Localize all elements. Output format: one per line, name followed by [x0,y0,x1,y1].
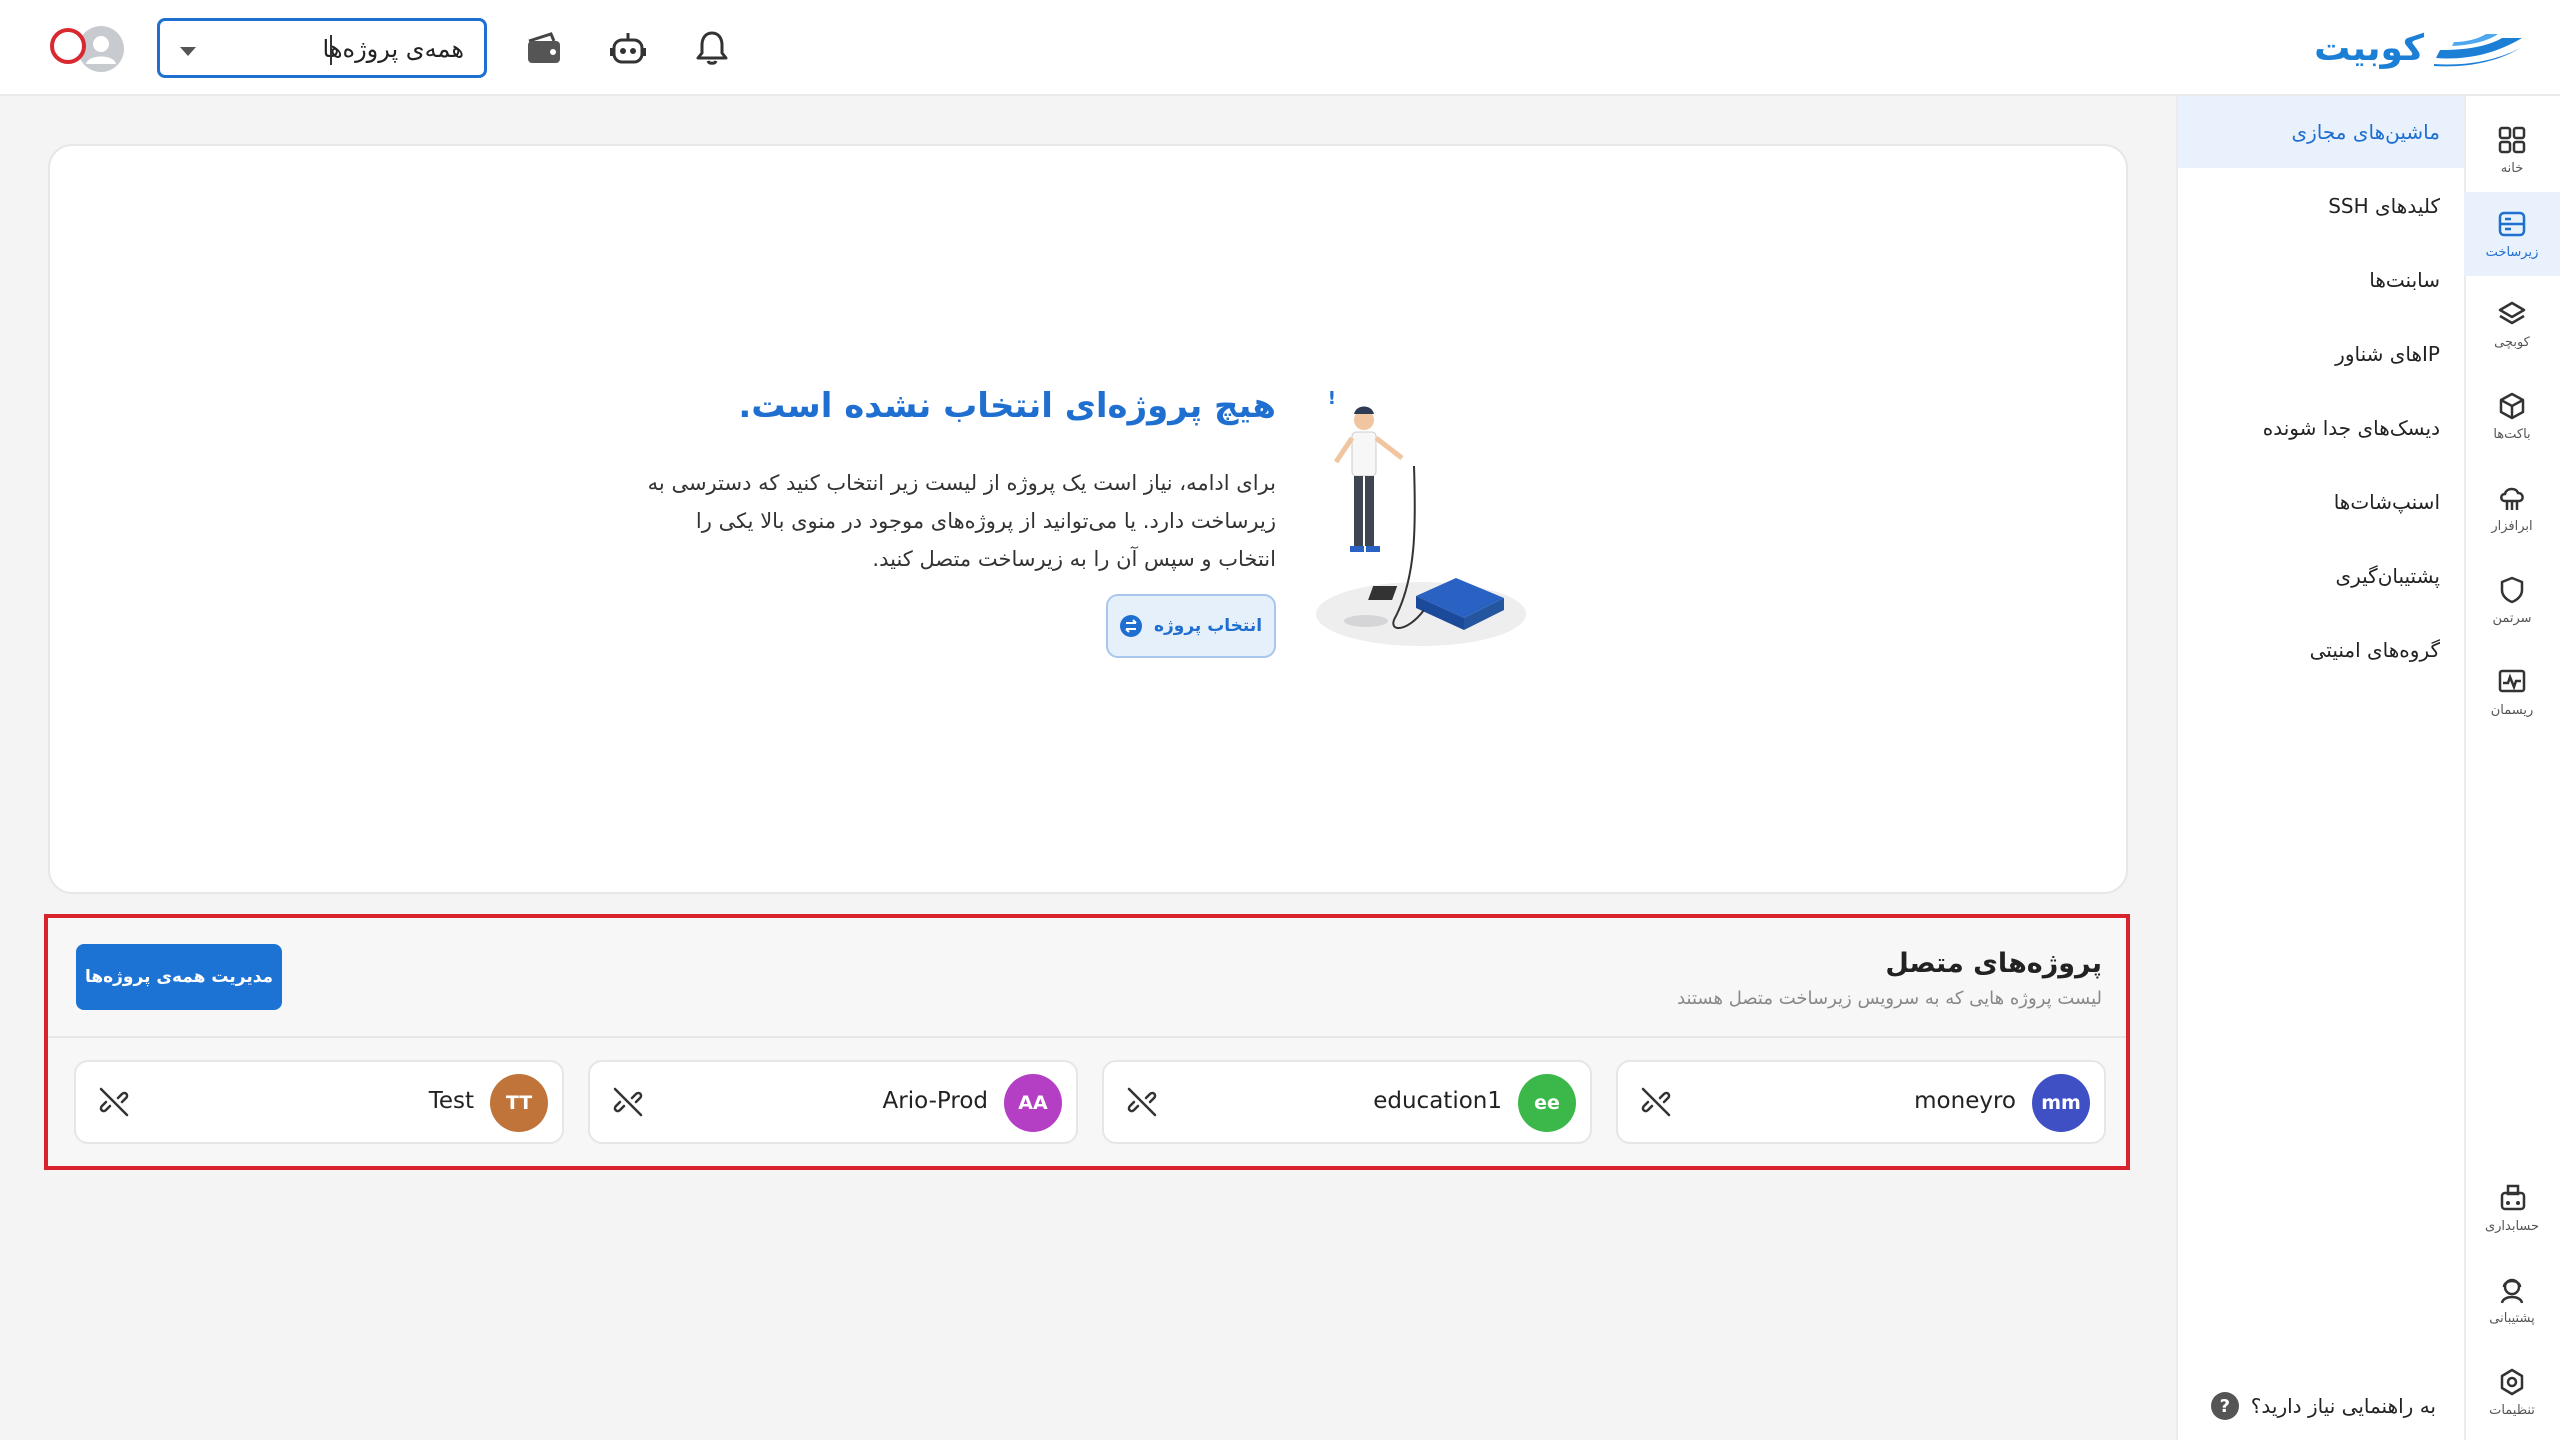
grid-icon [2498,126,2526,153]
project-select-value: همه‌ی پروژه‌ها [322,35,464,63]
select-project-button[interactable]: انتخاب پروژه [1106,594,1276,658]
project-card[interactable]: ee education1 [1102,1060,1592,1144]
subnav-item-ssh-keys[interactable]: کلیدهای SSH [2178,170,2464,242]
project-name: Ario-Prod [882,1088,988,1114]
empty-state-title: هیچ پروژه‌ای انتخاب نشده است. [738,386,1276,426]
subnav-item-virtual-machines[interactable]: ماشین‌های مجازی [2178,96,2464,168]
connected-projects-subtitle: لیست پروژه هایی که به سرویس زیرساخت متصل… [1677,988,2102,1009]
project-card[interactable]: AA Ario-Prod [588,1060,1078,1144]
rail-label: تنظیمات [2489,1402,2535,1418]
cloud-icon [2500,487,2524,510]
rail-label: ریسمان [2490,702,2534,718]
robot-icon[interactable] [606,26,650,70]
shield-icon [2500,576,2524,603]
pulse-icon [2498,669,2526,692]
unlink-icon[interactable] [96,1084,132,1120]
subnav-item-subnets[interactable]: سابنت‌ها [2178,244,2464,316]
project-card[interactable]: mm moneyro [1616,1060,2106,1144]
rail-label: سرتمن [2492,610,2532,626]
subnav-item-snapshots[interactable]: اسنپ‌شات‌ها [2178,466,2464,538]
rail-item-kubchi[interactable]: کوبچی [2464,282,2560,366]
top-bar: کوبیت همه‌ی پروژه‌ها [0,0,2560,96]
project-initials-badge: TT [490,1074,548,1132]
subnav-item-floating-ips[interactable]: IPهای شناور [2178,318,2464,390]
rail-item-risman[interactable]: ریسمان [2464,650,2560,734]
select-project-label: انتخاب پروژه [1153,616,1263,636]
unlink-icon[interactable] [1638,1084,1674,1120]
connected-projects-header: پروژه‌های متصل لیست پروژه هایی که به سرو… [48,918,2126,1038]
icon-rail: خانه زیرساخت کوبچی باکت‌ها ابرافزار سرتم… [2464,96,2560,1440]
rail-label: ابرافزار [2491,518,2533,534]
rail-label: حسابداری [2484,1218,2540,1234]
help-text: به راهنمایی نیاز دارید؟ [2250,1394,2436,1418]
layers-icon [2498,301,2526,324]
infrastructure-subnav: ماشین‌های مجازی کلیدهای SSH سابنت‌ها IPه… [2176,96,2464,1440]
project-initials-badge: ee [1518,1074,1576,1132]
project-name: Test [428,1088,474,1114]
chevron-down-icon[interactable] [180,47,196,56]
empty-state-description: برای ادامه، نیاز است یک پروژه از لیست زی… [647,471,1276,571]
rail-item-home[interactable]: خانه [2464,108,2560,192]
accounting-icon [2500,1184,2526,1210]
rail-label: پشتیبانی [2489,1310,2535,1326]
server-icon [2498,211,2526,236]
empty-state-illustration: ! [1316,388,1526,646]
project-initials-badge: AA [1004,1074,1062,1132]
unlink-icon[interactable] [1124,1084,1160,1120]
subnav-item-backups[interactable]: پشتیبان‌گیری [2178,540,2464,612]
project-initials-badge: mm [2032,1074,2090,1132]
app-logo[interactable]: کوبیت [2314,24,2524,72]
manage-all-projects-button[interactable]: مدیریت همه‌ی پروژه‌ها [76,944,282,1010]
project-name: moneyro [1914,1088,2016,1114]
rail-item-support[interactable]: پشتیبانی [2464,1258,2560,1342]
svg-text:!: ! [1328,388,1336,409]
connected-projects-title: پروژه‌های متصل [1885,948,2102,979]
empty-state-card: هیچ پروژه‌ای انتخاب نشده است. برای ادامه… [48,144,2128,894]
rail-label: خانه [2500,160,2524,176]
subnav-item-security-groups[interactable]: گروه‌های امنیتی [2178,614,2464,686]
box-icon [2499,392,2525,419]
rail-item-settings[interactable]: تنظیمات [2464,1350,2560,1434]
wallet-icon[interactable] [522,26,566,70]
connected-projects-section: پروژه‌های متصل لیست پروژه هایی که به سرو… [44,914,2130,1170]
project-card[interactable]: TT Test [74,1060,564,1144]
subnav-item-detachable-disks[interactable]: دیسک‌های جدا شونده [2178,392,2464,464]
project-select[interactable]: همه‌ی پروژه‌ها [157,18,487,78]
rail-item-sartman[interactable]: سرتمن [2464,558,2560,642]
help-link[interactable]: به راهنمایی نیاز دارید؟ ? [2210,1392,2436,1420]
language-flag-icon[interactable] [50,28,86,64]
text-caret [330,35,332,65]
bell-icon[interactable] [690,26,734,70]
rail-item-infrastructure[interactable]: زیرساخت [2464,192,2560,276]
project-name: education1 [1373,1088,1502,1114]
unlink-icon[interactable] [610,1084,646,1120]
settings-icon [2500,1368,2524,1395]
rail-item-buckets[interactable]: باکت‌ها [2464,374,2560,458]
switch-icon [1119,615,1142,637]
help-question-icon: ? [2210,1392,2239,1420]
rail-label: باکت‌ها [2493,426,2531,442]
logo-text: کوبیت [2314,27,2425,69]
support-icon [2500,1278,2524,1303]
rail-label: کوبچی [2494,334,2530,350]
rail-item-accounting[interactable]: حسابداری [2464,1166,2560,1250]
rail-label: زیرساخت [2485,244,2539,260]
rail-item-abrafzar[interactable]: ابرافزار [2464,466,2560,550]
logo-ship-icon [2434,34,2522,67]
